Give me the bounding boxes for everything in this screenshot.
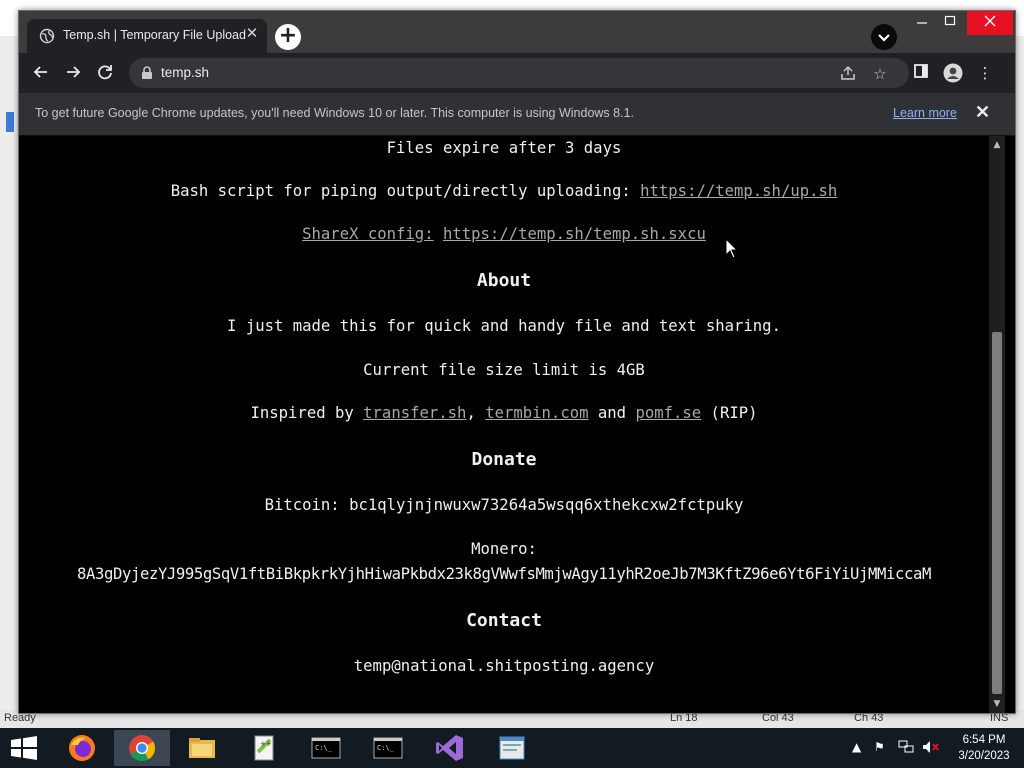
editor-window-taskbar-button[interactable] (484, 730, 540, 766)
bitcoin-address: Bitcoin: bc1qlyjnjnwuxw73264a5wsqq6xthek… (264, 496, 744, 514)
taskbar-clock[interactable]: 6:54 PM 3/20/2023 (952, 732, 1016, 764)
sharex-label-link[interactable]: ShareX config: (302, 225, 433, 243)
about-text: I just made this for quick and handy fil… (227, 317, 781, 335)
profile-avatar-icon[interactable] (943, 63, 963, 83)
minimize-icon (917, 22, 927, 24)
mouse-cursor-icon (725, 238, 739, 259)
infobar-message: To get future Google Chrome updates, you… (35, 106, 634, 120)
chrome-window: Temp.sh | Temporary File Upload ✕ + temp… (18, 10, 1016, 714)
clock-time: 6:54 PM (962, 734, 1006, 746)
inspired-and: and (588, 404, 636, 422)
arrow-right-icon (67, 66, 81, 78)
firefox-taskbar-button[interactable] (54, 730, 110, 766)
monero-address: 8A3gDyjezYJ995gSqV1ftBiBkpkrkYjhHiwaPkbd… (77, 565, 931, 583)
scrollbar-thumb[interactable] (992, 332, 1002, 694)
maximize-icon (944, 15, 956, 26)
termbin-link[interactable]: termbin.com (485, 404, 588, 422)
kebab-menu-icon[interactable]: ⋮ (975, 63, 995, 83)
file-explorer-taskbar-button[interactable] (174, 730, 230, 766)
action-center-flag-icon[interactable]: ⚑ (874, 740, 885, 754)
bookmark-star-icon[interactable]: ☆ (871, 65, 889, 83)
monero-label: Monero: (471, 540, 537, 558)
donate-heading: Donate (471, 449, 537, 470)
chrome-taskbar-button[interactable] (114, 730, 170, 766)
sharex-line: ShareX config: https://temp.sh/temp.sh.s… (19, 225, 989, 243)
update-infobar: To get future Google Chrome updates, you… (19, 93, 1015, 136)
reload-icon (98, 65, 112, 80)
forward-button[interactable] (63, 63, 83, 83)
side-panel-icon[interactable] (911, 63, 931, 83)
vertical-scrollbar[interactable]: ▲ ▼ (989, 136, 1005, 713)
globe-icon (39, 28, 55, 44)
clock-date: 3/20/2023 (958, 750, 1010, 762)
show-hidden-icons-icon[interactable]: ▲ (852, 740, 861, 754)
notepad-plus-plus-taskbar-button[interactable]: ++ (236, 730, 292, 766)
folder-icon (189, 738, 215, 758)
address-bar[interactable]: temp.sh ☆ (129, 58, 909, 88)
close-icon (984, 15, 996, 27)
page-content: Files expire after 3 days Bash script fo… (19, 136, 989, 713)
windows-start-icon[interactable] (10, 736, 38, 760)
bash-line: Bash script for piping output/directly u… (19, 182, 989, 200)
terminal-icon: C:\_ (373, 737, 403, 759)
network-icon[interactable] (898, 740, 914, 757)
contact-heading: Contact (466, 610, 542, 631)
visual-studio-icon (436, 735, 463, 761)
share-icon[interactable] (839, 65, 857, 83)
tab-close-icon[interactable]: ✕ (243, 25, 261, 43)
about-heading: About (476, 270, 532, 291)
expire-text: Files expire after 3 days (386, 139, 622, 157)
command-prompt-taskbar-button-1[interactable]: C:\_ (298, 730, 354, 766)
svg-text:++: ++ (260, 740, 272, 748)
url-text: temp.sh (161, 65, 210, 80)
arrow-left-icon (33, 66, 47, 78)
close-window-button[interactable] (967, 11, 1013, 35)
reload-button[interactable] (95, 63, 115, 83)
scroll-up-arrow-icon[interactable]: ▲ (989, 138, 1005, 152)
terminal-icon: C:\_ (311, 737, 341, 759)
inspired-prefix: Inspired by (250, 404, 364, 422)
new-tab-button[interactable]: + (275, 24, 301, 50)
notepad-icon: ++ (254, 735, 274, 761)
lock-icon (142, 66, 152, 79)
learn-more-link[interactable]: Learn more (893, 106, 957, 120)
tab-title: Temp.sh | Temporary File Upload (63, 28, 246, 42)
bash-label: Bash script for piping output/directly u… (170, 182, 641, 200)
command-prompt-taskbar-button-2[interactable]: C:\_ (360, 730, 416, 766)
taskbar: ++ C:\_ C:\_ ▲ ⚑ 6:54 PM 3/20/2023 (0, 728, 1024, 768)
infobar-close-icon[interactable]: ✕ (975, 102, 990, 123)
svg-text:C:\_: C:\_ (377, 744, 395, 752)
tab-strip: Temp.sh | Temporary File Upload ✕ + (19, 11, 1015, 53)
chrome-icon (129, 735, 156, 762)
contact-email: temp@national.shitposting.agency (353, 657, 655, 675)
background-accent (6, 112, 14, 132)
pomf-link[interactable]: pomf.se (635, 404, 701, 422)
transfer-sh-link[interactable]: transfer.sh (363, 404, 466, 422)
chevron-down-icon (878, 34, 890, 42)
back-button[interactable] (31, 63, 51, 83)
bash-script-link[interactable]: https://temp.sh/up.sh (640, 182, 837, 200)
window-icon (499, 736, 525, 760)
inspired-separator: , (466, 404, 486, 422)
volume-muted-icon[interactable] (922, 740, 940, 757)
size-limit-text: Current file size limit is 4GB (363, 361, 645, 379)
tab-search-button[interactable] (871, 24, 897, 50)
browser-tab[interactable]: Temp.sh | Temporary File Upload ✕ (27, 19, 267, 53)
visual-studio-taskbar-button[interactable] (422, 730, 478, 766)
browser-toolbar: temp.sh ☆ ⋮ (19, 53, 1015, 93)
scroll-down-arrow-icon[interactable]: ▼ (989, 697, 1005, 711)
maximize-button[interactable] (933, 11, 967, 35)
sharex-config-link[interactable]: https://temp.sh/temp.sh.sxcu (443, 225, 706, 243)
inspired-suffix: (RIP) (701, 404, 758, 422)
firefox-icon (69, 735, 95, 761)
inspired-line: Inspired by transfer.sh, termbin.com and… (19, 404, 989, 422)
svg-text:C:\_: C:\_ (315, 744, 333, 752)
